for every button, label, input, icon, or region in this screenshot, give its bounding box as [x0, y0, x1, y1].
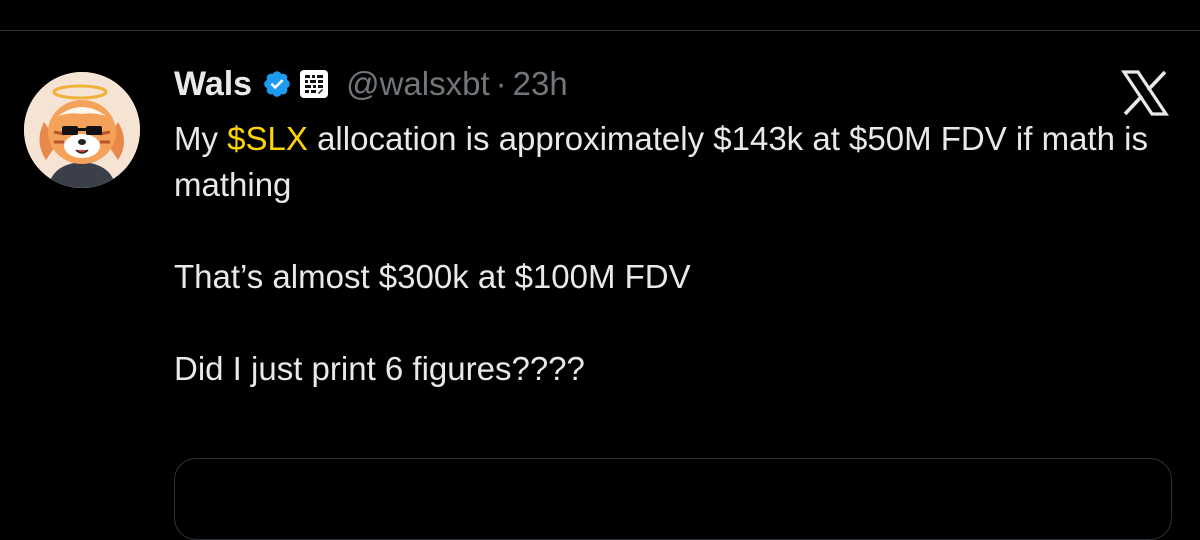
tweet-paragraph-1: My $SLX allocation is approximately $143…: [174, 116, 1164, 208]
top-divider: [0, 30, 1200, 31]
affiliate-badge-icon[interactable]: [300, 70, 329, 98]
cashtag-link[interactable]: $SLX: [227, 120, 308, 157]
tweet-text-segment: allocation is approximately $143k at $50…: [174, 120, 1148, 203]
x-logo-icon[interactable]: [1120, 70, 1170, 116]
tweet-paragraph-3: Did I just print 6 figures????: [174, 350, 585, 387]
user-handle[interactable]: @walsxbt: [346, 62, 490, 106]
separator-dot: ·: [495, 65, 507, 102]
avatar[interactable]: [24, 72, 140, 188]
tweet-header: Wals @walsxbt · 23h: [174, 62, 568, 106]
tweet-paragraph-2: That’s almost $300k at $100M FDV: [174, 258, 691, 295]
display-name[interactable]: Wals: [174, 62, 252, 106]
tweet-text-segment: My: [174, 120, 228, 157]
avatar-illustration: [24, 72, 140, 188]
verified-badge-icon[interactable]: [262, 69, 292, 99]
quoted-tweet-card[interactable]: [174, 458, 1172, 540]
timestamp[interactable]: 23h: [513, 65, 568, 103]
tweet-text: My $SLX allocation is approximately $143…: [174, 116, 1164, 392]
